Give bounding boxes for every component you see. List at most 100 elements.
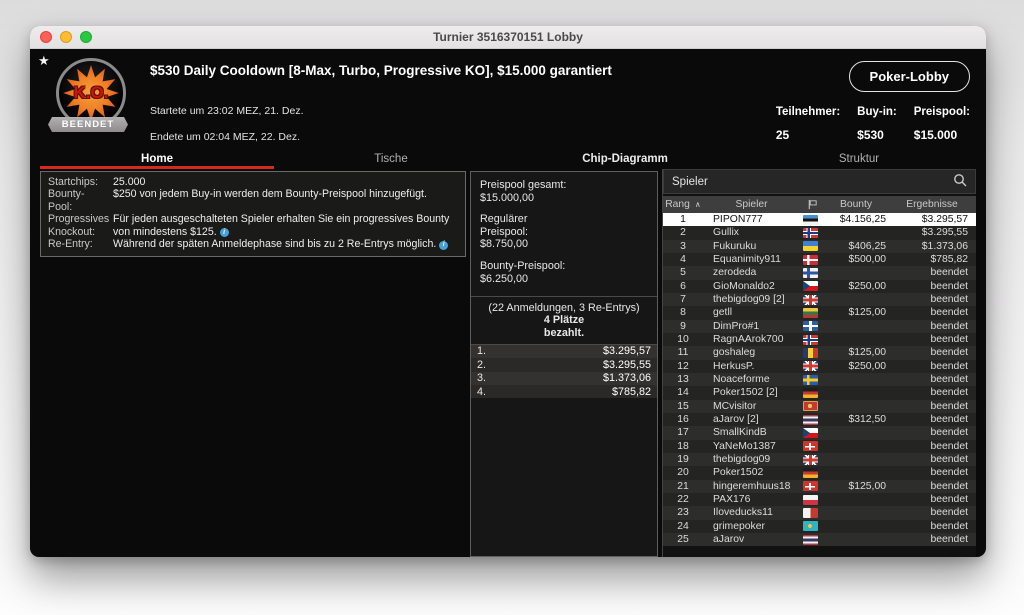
player-row[interactable]: 3Fukuruku$406,25$1.373,06 [663, 240, 976, 253]
player-row[interactable]: 6GioMonaldo2$250,00beendet [663, 280, 976, 293]
player-result: beendet [888, 441, 976, 452]
player-name: SmallKindB [703, 427, 798, 438]
player-result: beendet [888, 294, 976, 305]
uk-flag-icon [803, 455, 818, 465]
player-result: beendet [888, 414, 976, 425]
zoom-button[interactable] [80, 31, 92, 43]
player-row[interactable]: 25aJarovbeendet [663, 533, 976, 546]
tab-struktur[interactable]: Struktur [742, 149, 976, 169]
player-row[interactable]: 23Iloveducks11beendet [663, 506, 976, 519]
player-result: $1.373,06 [888, 241, 976, 252]
info-row-value: Für jeden ausgeschalteten Spieler erhalt… [113, 213, 458, 238]
stat-value: $15.000 [914, 128, 970, 142]
player-rank: 11 [663, 347, 703, 358]
player-flag-cell [798, 495, 822, 505]
tab-home[interactable]: Home [40, 149, 274, 169]
player-row[interactable]: 19thebigdog09beendet [663, 453, 976, 466]
info-icon[interactable]: i [439, 241, 448, 250]
player-row[interactable]: 16aJarov [2]$312,50beendet [663, 413, 976, 426]
column-header-rank[interactable]: Rang∧ [663, 199, 703, 210]
info-icon[interactable]: i [220, 228, 229, 237]
player-name: Poker1502 [703, 467, 798, 478]
tab-chip-diagramm[interactable]: Chip-Diagramm [508, 149, 742, 169]
stat-teilnehmer: Teilnehmer:25 [776, 106, 840, 142]
player-row[interactable]: 4Equanimity911$500,00$785,82 [663, 253, 976, 266]
player-row[interactable]: 2Gullix$3.295,55 [663, 226, 976, 239]
player-result: beendet [888, 321, 976, 332]
details-column: Startchips:25.000Bounty-Pool:$250 von je… [40, 169, 466, 557]
regular-pool-label: Regulärer Preispool: [480, 213, 648, 238]
player-flag-cell [798, 228, 822, 238]
player-rank: 9 [663, 321, 703, 332]
player-result: beendet [888, 281, 976, 292]
player-row[interactable]: 13Noaceformebeendet [663, 373, 976, 386]
player-row[interactable]: 9DimPro#1beendet [663, 320, 976, 333]
germany-flag-icon [803, 468, 818, 478]
player-row[interactable]: 18YaNeMo1387beendet [663, 440, 976, 453]
bounty-pool-value: $6.250,00 [480, 273, 648, 286]
column-header-results[interactable]: Ergebnisse [888, 199, 976, 210]
player-rank: 13 [663, 374, 703, 385]
player-row[interactable]: 21hingeremhuus18$125,00beendet [663, 480, 976, 493]
player-row[interactable]: 1PIPON777$4.156,25$3.295,57 [663, 213, 976, 226]
player-rank: 10 [663, 334, 703, 345]
player-row[interactable]: 22PAX176beendet [663, 493, 976, 506]
close-button[interactable] [40, 31, 52, 43]
thailand-flag-icon [803, 535, 818, 545]
player-flag-cell [798, 535, 822, 545]
player-row[interactable]: 17SmallKindBbeendet [663, 426, 976, 439]
player-result: beendet [888, 347, 976, 358]
player-name: thebigdog09 [2] [703, 294, 798, 305]
player-flag-cell [798, 215, 822, 225]
ko-burst-icon: K.O. [62, 64, 120, 122]
germany-flag-icon [803, 388, 818, 398]
player-row[interactable]: 20Poker1502beendet [663, 466, 976, 479]
column-header-bounty[interactable]: Bounty [824, 199, 888, 210]
player-bounty: $406,25 [822, 241, 888, 252]
player-row[interactable]: 15MCvisitorbeendet [663, 400, 976, 413]
player-name: goshaleg [703, 347, 798, 358]
finland-flag-icon [803, 268, 818, 278]
player-name: Poker1502 [2] [703, 387, 798, 398]
player-result: beendet [888, 401, 976, 412]
player-name: getll [703, 307, 798, 318]
player-flag-cell [798, 295, 822, 305]
player-flag-cell [798, 388, 822, 398]
column-header-player[interactable]: Spieler [703, 199, 800, 210]
player-name: aJarov [703, 534, 798, 545]
player-name: GioMonaldo2 [703, 281, 798, 292]
tournament-title: $530 Daily Cooldown [8-Max, Turbo, Progr… [150, 63, 737, 78]
players-table-header: Rang∧ Spieler Bounty Ergebnisse [663, 196, 976, 213]
player-row[interactable]: 11goshaleg$125,00beendet [663, 346, 976, 359]
prizepool-summary: Preispool gesamt: $15.000,00 Regulärer P… [471, 172, 657, 297]
player-result: beendet [888, 387, 976, 398]
player-row[interactable]: 5zerodedabeendet [663, 266, 976, 279]
window-titlebar[interactable]: Turnier 3516370151 Lobby [30, 26, 986, 49]
estonia-flag-icon [803, 215, 818, 225]
player-flag-cell [798, 455, 822, 465]
payout-row: 1.$3.295,57 [471, 345, 657, 358]
minimize-button[interactable] [60, 31, 72, 43]
player-row[interactable]: 8getll$125,00beendet [663, 306, 976, 319]
player-flag-cell [798, 255, 822, 265]
payout-row: 3.$1.373,06 [471, 372, 657, 385]
player-rank: 15 [663, 401, 703, 412]
player-result: $785,82 [888, 254, 976, 265]
player-search-bar[interactable]: Spieler [663, 169, 976, 194]
poker-lobby-button[interactable]: Poker-Lobby [849, 61, 970, 92]
flag-column-icon[interactable] [800, 199, 824, 210]
player-row[interactable]: 10RagnAArok700beendet [663, 333, 976, 346]
tab-tische[interactable]: Tische [274, 149, 508, 169]
player-row[interactable]: 14Poker1502 [2]beendet [663, 386, 976, 399]
player-result: beendet [888, 361, 976, 372]
player-row[interactable]: 12HerkusP.$250,00beendet [663, 360, 976, 373]
search-icon[interactable] [953, 173, 967, 190]
player-row[interactable]: 7thebigdog09 [2]beendet [663, 293, 976, 306]
player-result: beendet [888, 494, 976, 505]
player-result: beendet [888, 427, 976, 438]
player-flag-cell [798, 335, 822, 345]
player-row[interactable]: 24grimepokerbeendet [663, 520, 976, 533]
places-paid-note: 4 Plätze bezahlt. [477, 314, 651, 338]
uk-flag-icon [803, 295, 818, 305]
info-row-label: Bounty-Pool: [48, 188, 108, 213]
